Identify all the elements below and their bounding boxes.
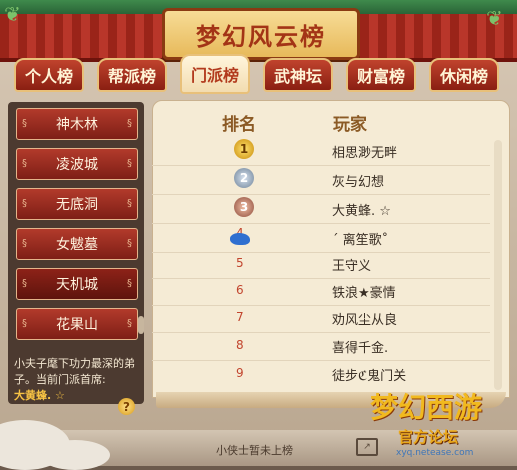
player-column-header: 玩家 xyxy=(333,115,367,135)
player-name[interactable]: ´ 离笙歌˚ xyxy=(332,229,388,248)
sect-description: 小夫子麾下功力最深的弟子。当前门派首席: xyxy=(14,357,135,386)
table-row[interactable]: 2 灰与幻想 xyxy=(152,167,490,195)
scroll-ornament-icon: § xyxy=(22,238,27,249)
player-name[interactable]: 铁浪★豪情 xyxy=(332,282,396,301)
leaf-icon: ❦ xyxy=(486,6,503,30)
leaf-icon: ❦ xyxy=(4,2,21,26)
scroll-ornament-icon: § xyxy=(127,118,132,129)
table-row[interactable]: 5 王守义 xyxy=(152,251,490,279)
sidebar-scrollbar[interactable] xyxy=(138,316,144,334)
silver-medal-icon: 2 xyxy=(234,168,254,188)
scroll-ornament-icon: § xyxy=(22,198,27,209)
rank-number: 5 xyxy=(236,256,244,270)
player-name[interactable]: 喜得千金. xyxy=(332,337,388,356)
table-row[interactable]: 6 铁浪★豪情 xyxy=(152,278,490,306)
scroll-ornament-icon: § xyxy=(22,318,27,329)
player-name[interactable]: 劝风尘从良 xyxy=(332,309,397,328)
player-name[interactable]: 灰与幻想 xyxy=(332,171,384,190)
table-row[interactable]: 8 喜得千金. xyxy=(152,333,490,361)
scroll-ornament-icon: § xyxy=(127,278,132,289)
my-rank-status: 小侠士暂未上榜 xyxy=(216,444,293,457)
scroll-ornament-icon: § xyxy=(22,278,27,289)
rank-number: 7 xyxy=(236,310,244,324)
page-title: 梦幻风云榜 xyxy=(196,21,326,51)
scroll-ornament-icon: § xyxy=(127,318,132,329)
title-plaque: 梦幻风云榜 xyxy=(162,8,360,60)
scroll-ornament-icon: § xyxy=(127,238,132,249)
tab-martial-arena[interactable]: 武神坛 xyxy=(263,58,333,92)
rank-number: 9 xyxy=(236,366,244,380)
sidebar-item-label: 凌波城 xyxy=(56,157,98,173)
tab-wealth[interactable]: 财富榜 xyxy=(346,58,416,92)
tab-sect[interactable]: 门派榜 xyxy=(180,54,250,94)
ranking-scrollbar[interactable] xyxy=(494,140,502,390)
sidebar-item-label: 花果山 xyxy=(56,317,98,333)
table-row[interactable]: 1 相思渺无畔 xyxy=(152,138,490,166)
sidebar-item-nubamu[interactable]: § 女魃墓 § xyxy=(16,228,138,260)
help-icon[interactable]: ? xyxy=(118,398,135,415)
scroll-ornament-icon: § xyxy=(22,118,27,129)
sidebar-item-label: 女魃墓 xyxy=(56,237,98,253)
bronze-medal-icon: 3 xyxy=(234,197,254,217)
table-row[interactable]: 7 劝风尘从良 xyxy=(152,305,490,333)
tab-guild[interactable]: 帮派榜 xyxy=(97,58,167,92)
fish-pet-icon xyxy=(230,233,250,245)
scroll-ornament-icon: § xyxy=(127,158,132,169)
sidebar-item-shenmulin[interactable]: § 神木林 § xyxy=(16,108,138,140)
sidebar-item-label: 天机城 xyxy=(56,277,98,293)
rank-number: 8 xyxy=(236,338,244,352)
player-name[interactable]: 大黄蜂. ☆ xyxy=(332,200,391,219)
sidebar-item-tianjicheng[interactable]: § 天机城 § xyxy=(16,268,138,300)
gold-medal-icon: 1 xyxy=(234,139,254,159)
sidebar-item-label: 无底洞 xyxy=(56,197,98,213)
sidebar-item-lingbocheng[interactable]: § 凌波城 § xyxy=(16,148,138,180)
forum-logo: 梦幻西游 官方论坛 xyq.netease.com xyxy=(370,391,483,458)
sidebar-item-wudidong[interactable]: § 无底洞 § xyxy=(16,188,138,220)
tab-leisure[interactable]: 休闲榜 xyxy=(429,58,499,92)
scroll-ornament-icon: § xyxy=(127,198,132,209)
player-name[interactable]: 相思渺无畔 xyxy=(332,142,397,161)
tab-personal[interactable]: 个人榜 xyxy=(14,58,84,92)
rank-number: 6 xyxy=(236,283,244,297)
table-row[interactable]: 3 大黄蜂. ☆ xyxy=(152,196,490,224)
scroll-ornament-icon: § xyxy=(22,158,27,169)
tab-bar: 个人榜 帮派榜 门派榜 武神坛 财富榜 休闲榜 xyxy=(14,54,504,96)
sidebar-item-huaguoshan[interactable]: § 花果山 § xyxy=(16,308,138,340)
sect-info: 小夫子麾下功力最深的弟子。当前门派首席: 大黄蜂. ☆ xyxy=(14,356,146,404)
table-row[interactable]: 4 ´ 离笙歌˚ xyxy=(152,225,490,253)
player-name[interactable]: 王守义 xyxy=(332,255,371,274)
sidebar-item-label: 神木林 xyxy=(56,117,98,133)
rank-column-header: 排名 xyxy=(222,115,256,135)
